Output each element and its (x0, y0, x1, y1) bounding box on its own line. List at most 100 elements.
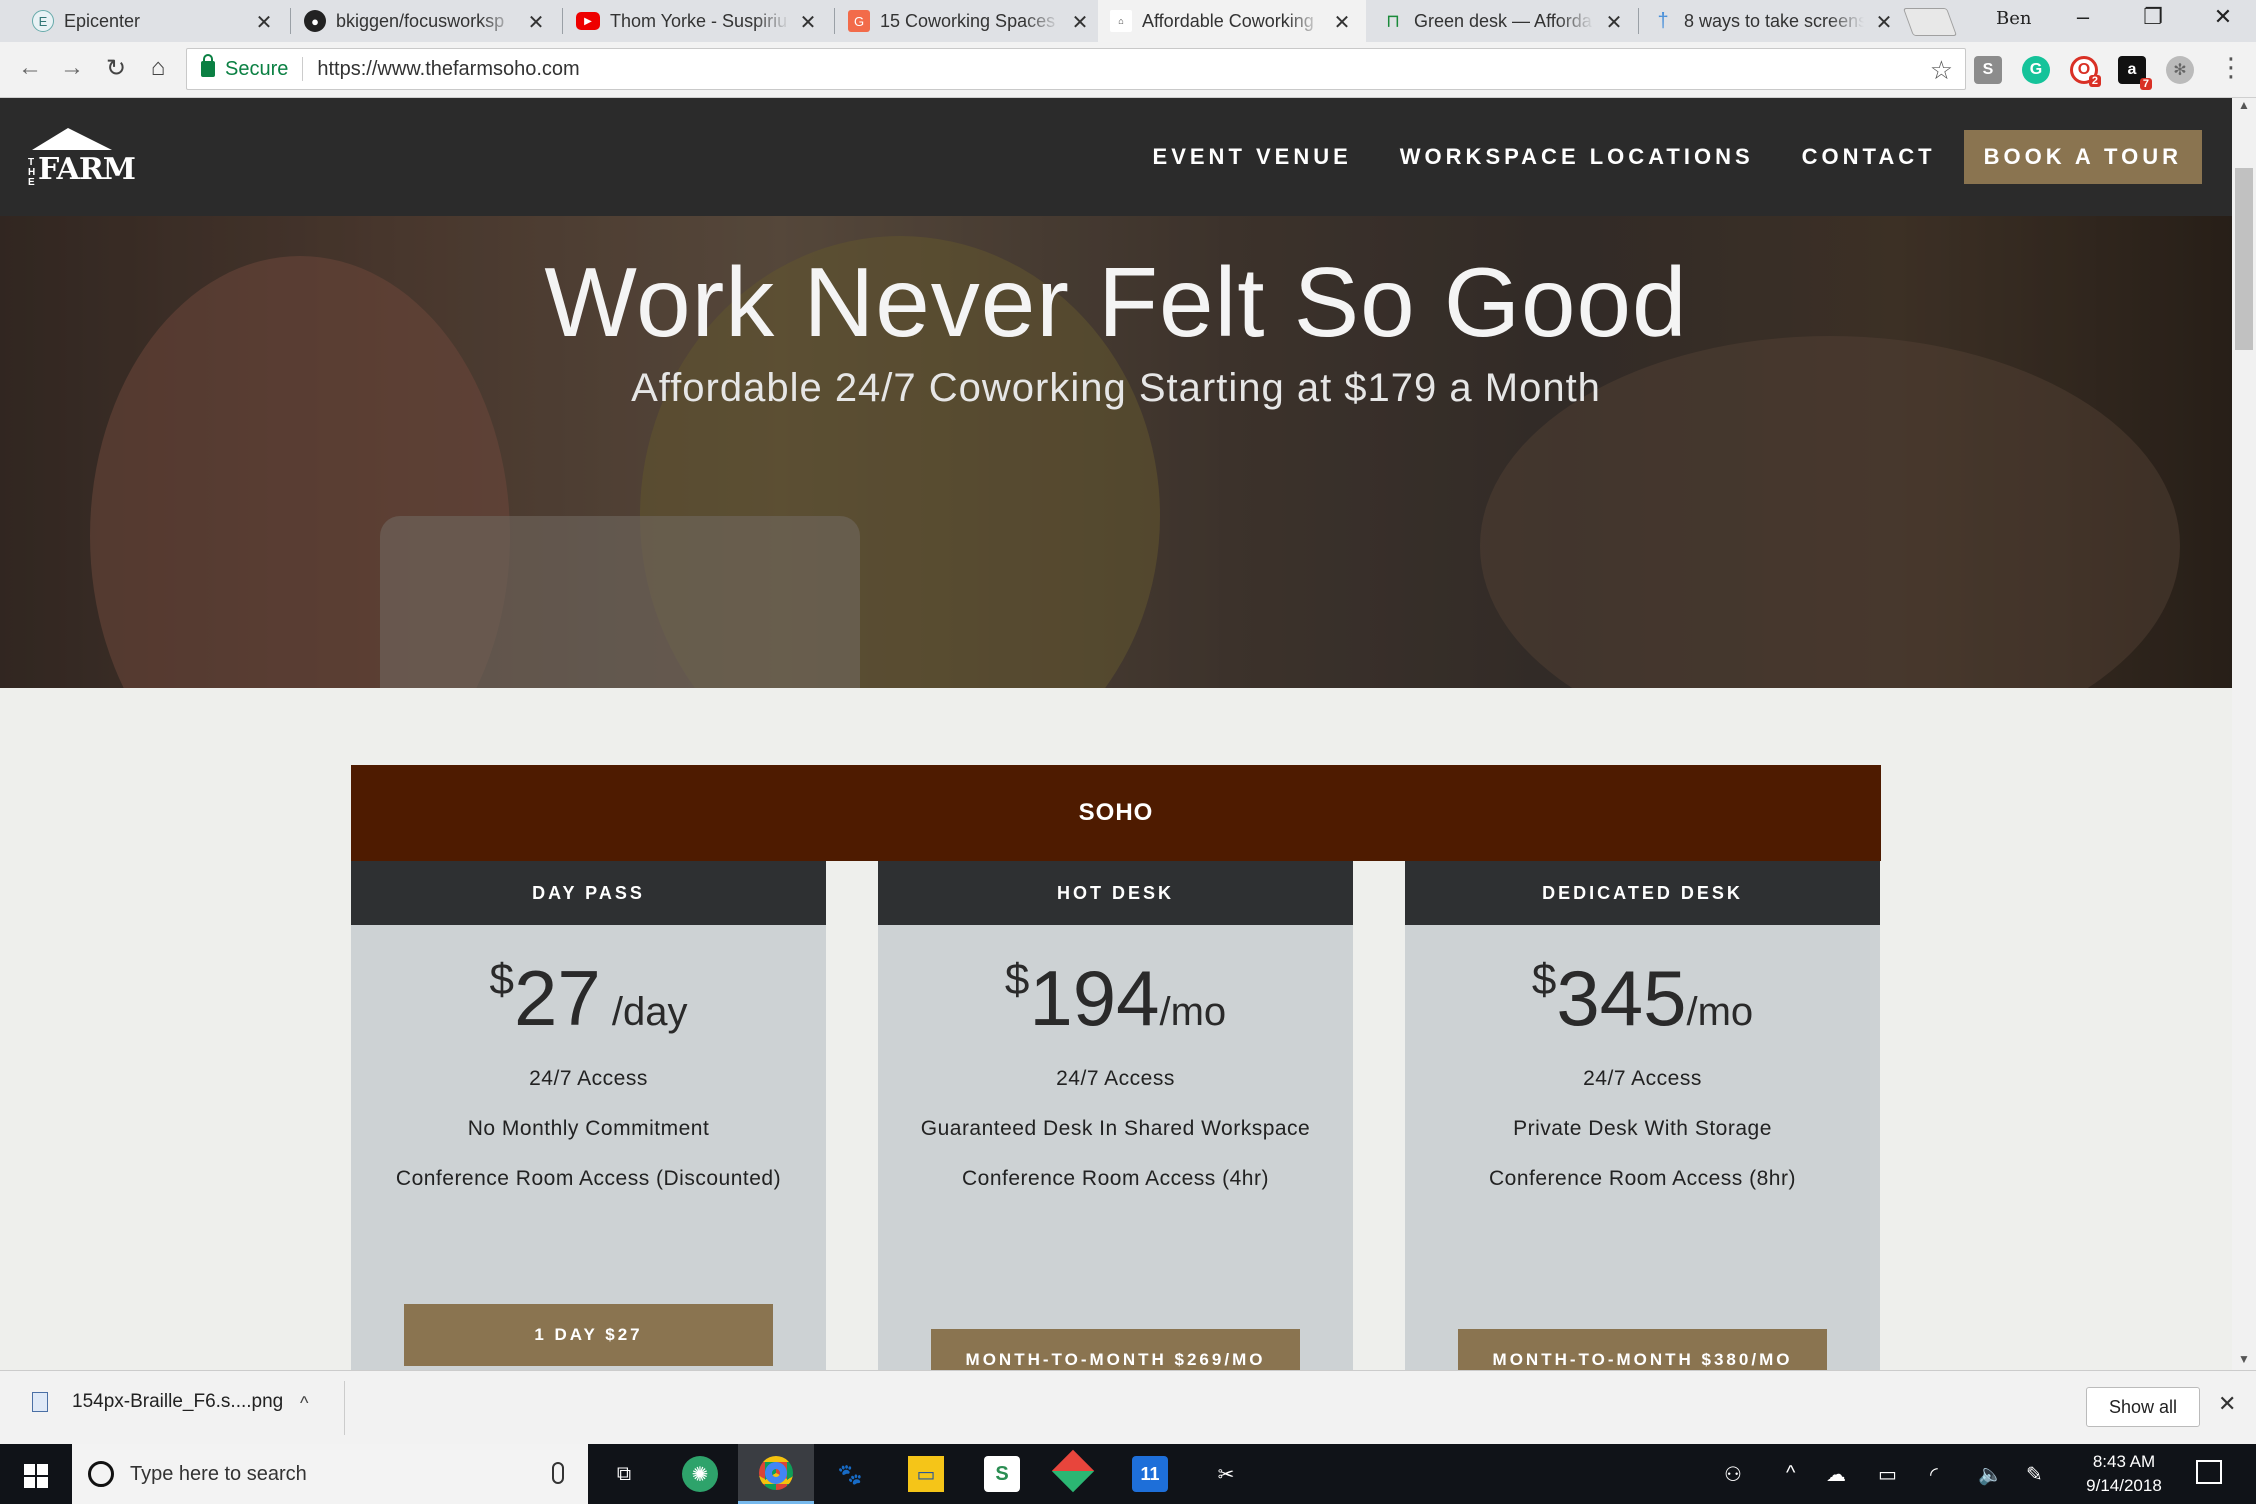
plan-feature: Guaranteed Desk In Shared Workspace (920, 1117, 1311, 1140)
action-center-icon[interactable] (2196, 1460, 2222, 1484)
address-bar[interactable]: Secure https://www.thefarmsoho.com ☆ (186, 48, 1966, 90)
page-scrollbar[interactable]: ▲ ▼ (2232, 98, 2256, 1370)
download-item[interactable]: 154px-Braille_F6.s....png (32, 1391, 283, 1413)
atom-app-icon[interactable]: ✺ (682, 1456, 718, 1492)
close-tab-icon[interactable]: ✕ (254, 10, 274, 35)
plan-card-day-pass: DAY PASS $27 /day 24/7 Access No Monthly… (351, 861, 826, 1370)
pricing-section: SOHO DAY PASS $27 /day 24/7 Access No Mo… (351, 765, 1881, 1370)
cortana-icon (88, 1461, 114, 1487)
extension-s-icon[interactable]: S (1974, 56, 2002, 84)
tab-green-desk[interactable]: ⊓ Green desk — Afforda ✕ (1370, 0, 1638, 42)
book-a-tour-button[interactable]: BOOK A TOUR (1963, 130, 2202, 184)
tab-title: Green desk — Afforda (1414, 10, 1592, 31)
plan-price: $345/mo (1405, 953, 1880, 1043)
download-bar: 154px-Braille_F6.s....png ^ Show all ✕ (0, 1370, 2256, 1444)
plan-feature: Conference Room Access (Discounted) (395, 1167, 782, 1190)
tab-separator (290, 8, 291, 34)
snipping-tool-icon[interactable]: ✂ (1208, 1456, 1244, 1492)
system-clock[interactable]: 8:43 AM 9/14/2018 (2074, 1450, 2174, 1498)
plan-feature: Private Desk With Storage (1513, 1117, 1772, 1140)
volume-icon[interactable]: 🔈 (1978, 1462, 2003, 1487)
sourcetree-icon[interactable] (1051, 1449, 1095, 1493)
tab-title: 15 Coworking Spaces (880, 10, 1056, 31)
close-tab-icon[interactable]: ✕ (798, 10, 818, 35)
nav-workspace-locations[interactable]: WORKSPACE LOCATIONS (1400, 144, 1754, 170)
gimp-icon[interactable]: 🐾 (832, 1456, 868, 1492)
youtube-icon: ▶ (576, 12, 600, 30)
slack-app-icon[interactable]: S (984, 1456, 1020, 1492)
show-all-button[interactable]: Show all (2086, 1387, 2200, 1427)
file-explorer-icon[interactable]: ▭ (908, 1456, 944, 1492)
tab-youtube[interactable]: ▶ Thom Yorke - Suspiriu ✕ (564, 0, 832, 42)
download-divider (344, 1381, 345, 1435)
close-tab-icon[interactable]: ✕ (1604, 10, 1624, 35)
back-icon[interactable]: ← (14, 54, 46, 82)
scroll-up-icon[interactable]: ▲ (2232, 98, 2256, 112)
reload-icon[interactable]: ↻ (100, 54, 132, 83)
windows-taskbar: Type here to search ⧉ ✺ 🐾 ▭ S 11 ✂ ⚇ ^ ☁… (0, 1444, 2256, 1504)
plan-price: $194/mo (878, 953, 1353, 1043)
tab-title: Epicenter (64, 10, 141, 31)
search-placeholder: Type here to search (130, 1462, 307, 1485)
price-period: /mo (1686, 990, 1754, 1034)
profile-name[interactable]: Ben (1996, 8, 2031, 29)
main-nav: EVENT VENUE WORKSPACE LOCATIONS CONTACT … (1105, 130, 2202, 184)
tab-epicenter[interactable]: E Epicenter ✕ (20, 0, 288, 42)
tab-affordable-coworking[interactable]: ⌂ Affordable Coworking ✕ (1098, 0, 1366, 42)
people-icon[interactable]: ⚇ (1724, 1462, 1742, 1487)
tab-screenshots[interactable]: † 8 ways to take screens ✕ (1640, 0, 1908, 42)
minimize-icon[interactable]: – (2050, 4, 2116, 30)
day-pass-purchase-button[interactable]: 1 DAY $27 (404, 1304, 773, 1366)
battery-icon[interactable]: ▭ (1878, 1462, 1897, 1487)
show-hidden-icons-chevron-icon[interactable]: ^ (1786, 1462, 1795, 1485)
windows-start-icon[interactable] (24, 1464, 48, 1488)
extension-o-icon[interactable]: O2 (2070, 56, 2101, 87)
the-farm-logo[interactable]: THE FARM (28, 128, 136, 190)
close-tab-icon[interactable]: ✕ (526, 10, 546, 35)
tab-separator (834, 8, 835, 34)
restore-icon[interactable]: ❐ (2120, 4, 2186, 30)
task-view-icon[interactable]: ⧉ (606, 1456, 642, 1492)
hot-desk-purchase-button[interactable]: MONTH-TO-MONTH $269/MO (931, 1329, 1300, 1370)
calendar-icon[interactable]: 11 (1132, 1456, 1168, 1492)
chrome-taskbar-icon[interactable] (738, 1444, 814, 1504)
tab-github[interactable]: ● bkiggen/focusworksp ✕ (292, 0, 560, 42)
scroll-down-icon[interactable]: ▼ (2232, 1352, 2256, 1366)
close-tab-icon[interactable]: ✕ (1070, 10, 1090, 35)
forward-icon[interactable]: → (56, 54, 88, 82)
plan-feature: Conference Room Access (8hr) (1489, 1167, 1796, 1190)
settings-extension-icon[interactable]: ✻ (2166, 56, 2194, 84)
wifi-icon[interactable]: ◜ (1930, 1462, 1938, 1487)
green-desk-favicon-icon: ⊓ (1385, 10, 1401, 31)
nav-event-venue[interactable]: EVENT VENUE (1153, 144, 1352, 170)
hero-subtitle: Affordable 24/7 Coworking Starting at $1… (631, 366, 1601, 410)
taskbar-search[interactable]: Type here to search (72, 1444, 588, 1504)
tab-title: Affordable Coworking (1142, 10, 1314, 31)
close-download-bar-icon[interactable]: ✕ (2218, 1391, 2236, 1417)
hero-banner: Work Never Felt So Good Affordable 24/7 … (0, 216, 2232, 688)
bookmark-star-icon[interactable]: ☆ (1930, 55, 1953, 86)
page-viewport: THE FARM EVENT VENUE WORKSPACE LOCATIONS… (0, 98, 2232, 1370)
tab-coworking-spaces[interactable]: G 15 Coworking Spaces ✕ (836, 0, 1104, 42)
browser-menu-icon[interactable]: ⋮ (2218, 52, 2244, 83)
pen-icon[interactable]: ✎ (2026, 1462, 2043, 1487)
close-tab-icon[interactable]: ✕ (1332, 10, 1352, 35)
plan-feature: 24/7 Access (1056, 1067, 1175, 1090)
dedicated-desk-purchase-button[interactable]: MONTH-TO-MONTH $380/MO (1458, 1329, 1827, 1370)
close-tab-icon[interactable]: ✕ (1874, 10, 1894, 35)
new-tab-button[interactable] (1902, 8, 1958, 36)
tab-title: 8 ways to take screens (1684, 10, 1864, 31)
url-text[interactable]: https://www.thefarmsoho.com (317, 58, 579, 81)
close-window-icon[interactable]: ✕ (2190, 4, 2256, 30)
location-header: SOHO (351, 765, 1881, 861)
scrollbar-thumb[interactable] (2235, 168, 2253, 350)
amazon-icon[interactable]: a7 (2118, 56, 2152, 90)
home-icon[interactable]: ⌂ (142, 54, 174, 82)
microphone-icon[interactable] (552, 1462, 564, 1484)
grammarly-icon[interactable]: G (2022, 56, 2050, 84)
onedrive-icon[interactable]: ☁ (1826, 1462, 1846, 1487)
image-file-icon (32, 1392, 48, 1412)
tab-title: Thom Yorke - Suspiriu (610, 10, 788, 31)
chevron-up-icon[interactable]: ^ (300, 1393, 308, 1414)
nav-contact[interactable]: CONTACT (1802, 144, 1936, 170)
